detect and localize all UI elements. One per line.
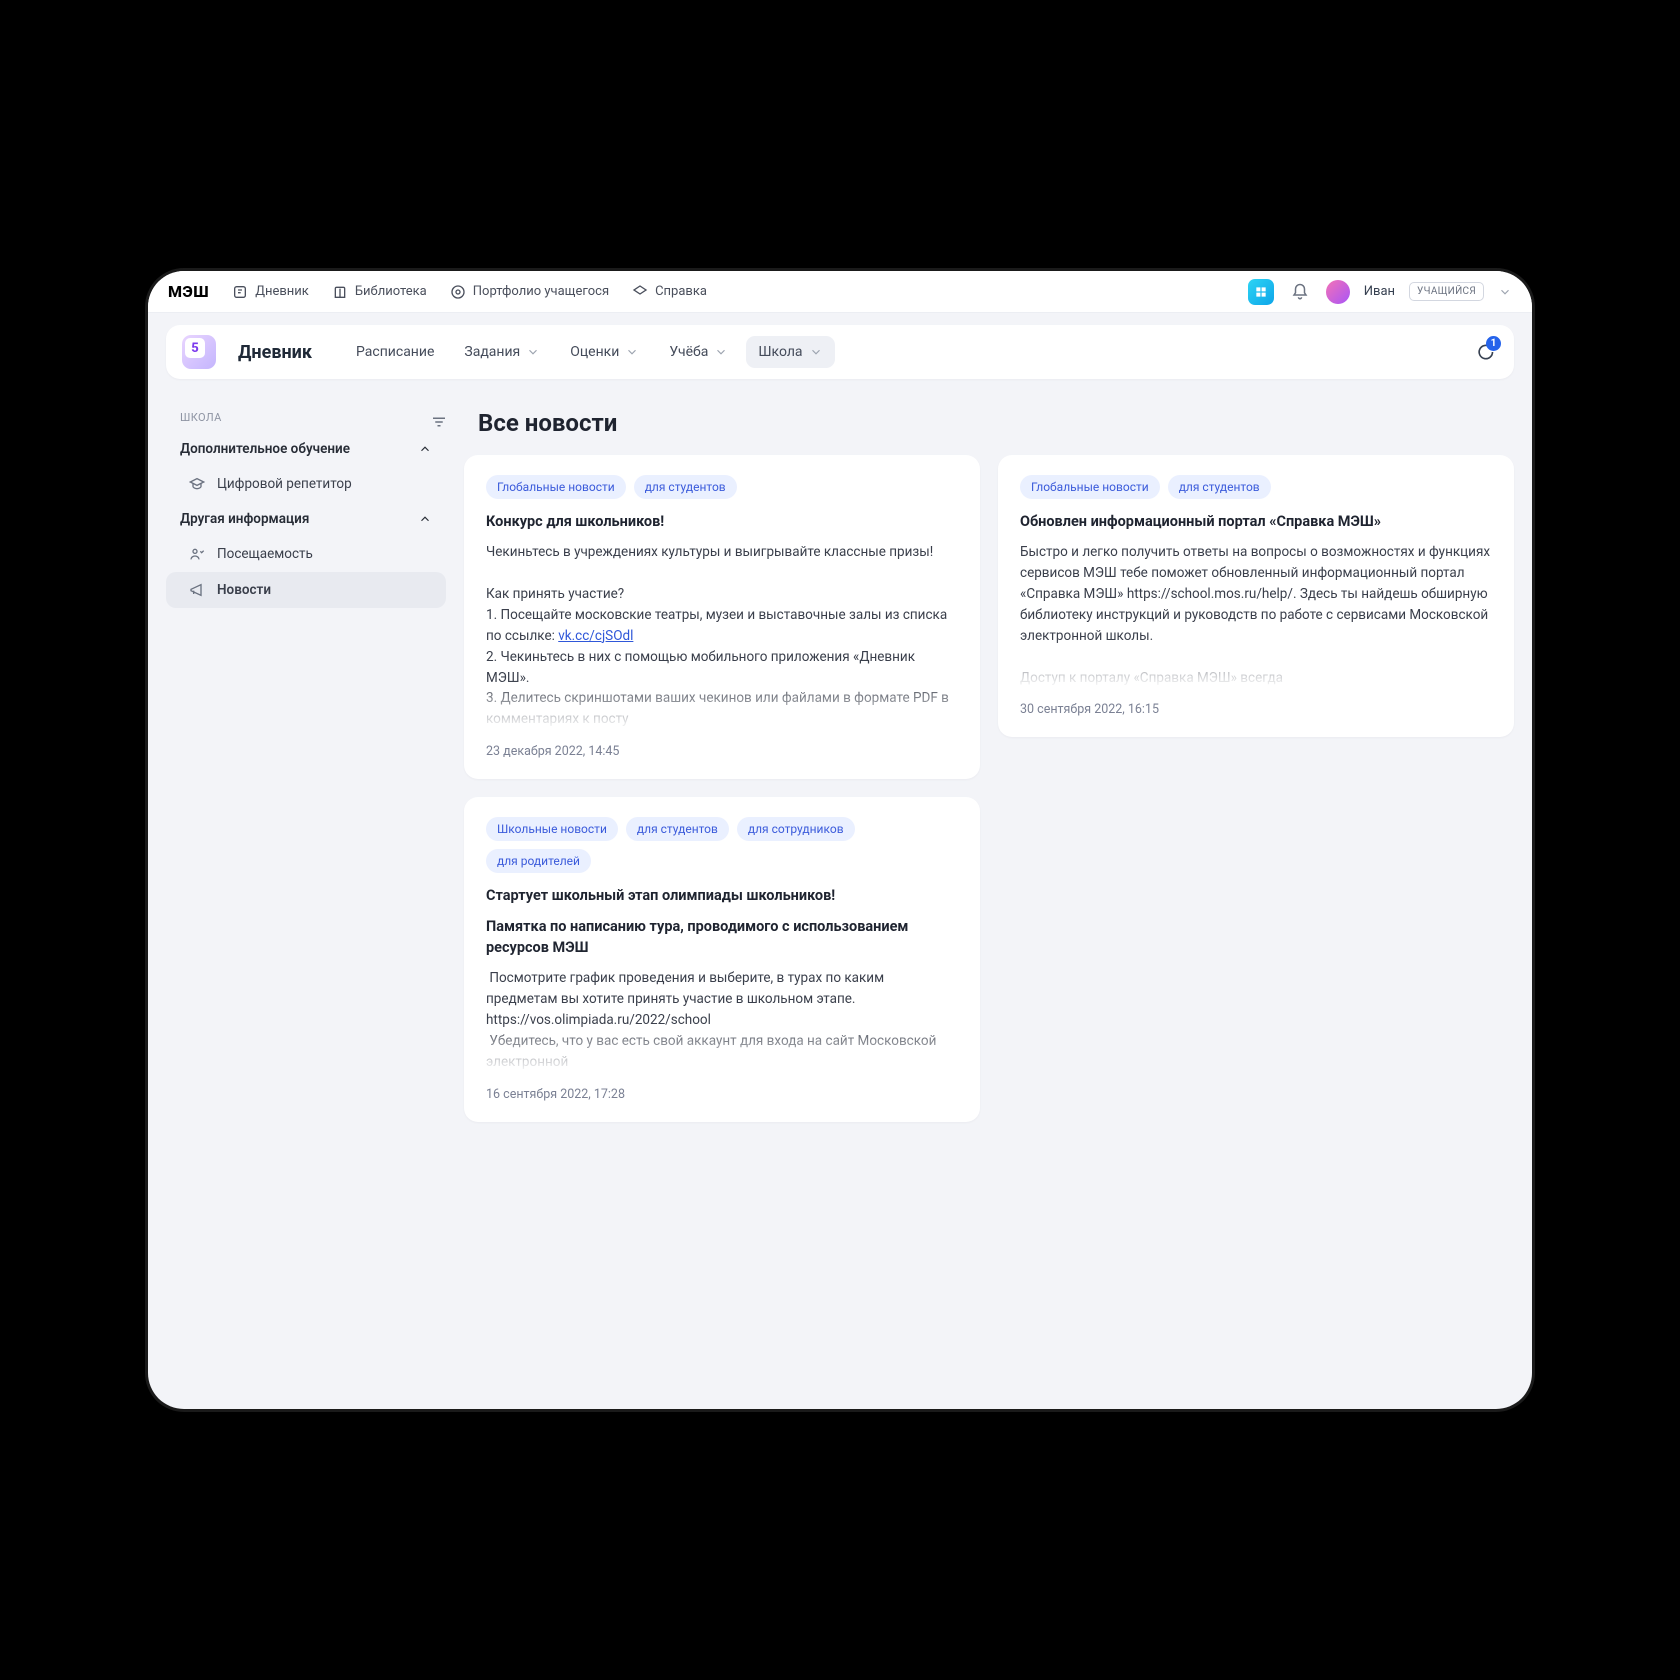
subbar-wrap: Дневник Расписание Задания Оценки Учёба … <box>148 313 1532 391</box>
sidebar-section-label: ШКОЛА <box>166 403 446 432</box>
chat-button[interactable]: 1 <box>1472 339 1498 365</box>
news-subtitle: Памятка по написанию тура, проводимого с… <box>486 916 958 958</box>
sidebar-group-extra-education[interactable]: Дополнительное обучение <box>166 432 446 466</box>
tab-school[interactable]: Школа <box>746 336 834 368</box>
topnav-help[interactable]: Справка <box>631 283 707 301</box>
sub-bar: Дневник Расписание Задания Оценки Учёба … <box>166 325 1514 379</box>
news-grid: Глобальные новости для студентов Конкурс… <box>464 455 1514 1122</box>
chat-badge: 1 <box>1486 336 1501 351</box>
portfolio-icon <box>449 283 467 301</box>
sidebar-item-news[interactable]: Новости <box>166 572 446 608</box>
app-icon <box>182 335 216 369</box>
logo[interactable]: МЭШ <box>168 282 209 301</box>
news-card[interactable]: Глобальные новости для студентов Обновле… <box>998 455 1514 737</box>
chip: для сотрудников <box>737 817 855 841</box>
chevron-down-icon <box>625 345 639 359</box>
diary-icon <box>231 283 249 301</box>
sidebar-item-attendance[interactable]: Посещаемость <box>166 536 446 572</box>
tab-study[interactable]: Учёба <box>657 336 740 368</box>
topnav-label: Библиотека <box>355 284 427 299</box>
help-icon <box>631 283 649 301</box>
chip: Глобальные новости <box>1020 475 1160 499</box>
topnav-label: Дневник <box>255 284 309 299</box>
app-title: Дневник <box>238 342 312 363</box>
news-card[interactable]: Школьные новости для студентов для сотру… <box>464 797 980 1122</box>
tab-label: Оценки <box>570 344 619 360</box>
bell-icon[interactable] <box>1288 280 1312 304</box>
top-nav: Дневник Библиотека Портфолио учащегося С… <box>231 283 707 301</box>
tab-tasks[interactable]: Задания <box>452 336 552 368</box>
top-right: Иван УЧАЩИЙСЯ <box>1248 279 1512 305</box>
topnav-diary[interactable]: Дневник <box>231 283 309 301</box>
megaphone-icon <box>188 581 206 599</box>
tab-label: Учёба <box>669 344 708 360</box>
tab-label: Задания <box>464 344 520 360</box>
library-icon <box>331 283 349 301</box>
chip: Глобальные новости <box>486 475 626 499</box>
avatar[interactable] <box>1326 280 1350 304</box>
news-title: Стартует школьный этап олимпиады школьни… <box>486 885 958 906</box>
sidebar-group-other-info[interactable]: Другая информация <box>166 502 446 536</box>
sidebar-item-label: Новости <box>217 582 271 598</box>
sidebar-item-label: Посещаемость <box>217 546 313 562</box>
page-title-row: Все новости <box>464 409 1514 437</box>
chevron-down-icon[interactable] <box>1498 285 1512 299</box>
app-window: МЭШ Дневник Библиотека Портфолио учащего… <box>148 271 1532 1409</box>
sidebar: ШКОЛА Дополнительное обучение Цифровой р… <box>166 391 446 1122</box>
body: ШКОЛА Дополнительное обучение Цифровой р… <box>148 391 1532 1140</box>
tab-label: Школа <box>758 344 802 360</box>
topnav-label: Справка <box>655 284 707 299</box>
tab-label: Расписание <box>356 344 434 360</box>
apps-icon[interactable] <box>1248 279 1274 305</box>
chevron-down-icon <box>714 345 728 359</box>
top-bar: МЭШ Дневник Библиотека Портфолио учащего… <box>148 271 1532 313</box>
chevron-up-icon <box>418 512 432 526</box>
attendance-icon <box>188 545 206 563</box>
user-name: Иван <box>1364 284 1395 299</box>
news-date: 23 декабря 2022, 14:45 <box>486 744 958 759</box>
tab-grades[interactable]: Оценки <box>558 336 651 368</box>
role-badge: УЧАЩИЙСЯ <box>1409 282 1484 301</box>
news-title: Конкурс для школьников! <box>486 511 958 532</box>
chevron-down-icon <box>526 345 540 359</box>
sidebar-group-title: Дополнительное обучение <box>180 441 350 457</box>
main-content: Все новости Глобальные новости для студе… <box>464 391 1514 1122</box>
topnav-label: Портфолио учащегося <box>473 284 609 299</box>
filter-icon[interactable] <box>430 413 450 433</box>
news-date: 16 сентября 2022, 17:28 <box>486 1087 958 1102</box>
tabs: Расписание Задания Оценки Учёба Школа <box>344 336 835 368</box>
news-card[interactable]: Глобальные новости для студентов Конкурс… <box>464 455 980 779</box>
topnav-portfolio[interactable]: Портфолио учащегося <box>449 283 609 301</box>
tab-schedule[interactable]: Расписание <box>344 336 446 368</box>
chip: для родителей <box>486 849 591 873</box>
topnav-library[interactable]: Библиотека <box>331 283 427 301</box>
page-title: Все новости <box>478 409 617 437</box>
sidebar-item-label: Цифровой репетитор <box>217 476 352 492</box>
news-body: Чекиньтесь в учреждениях культуры и выиг… <box>486 542 958 730</box>
chip: для студентов <box>626 817 729 841</box>
sidebar-item-digital-tutor[interactable]: Цифровой репетитор <box>166 466 446 502</box>
chip: Школьные новости <box>486 817 618 841</box>
news-title: Обновлен информационный портал «Справка … <box>1020 511 1492 532</box>
graduation-icon <box>188 475 206 493</box>
news-body: Посмотрите график проведения и выберите,… <box>486 968 958 1073</box>
chip: для студентов <box>1168 475 1271 499</box>
news-date: 30 сентября 2022, 16:15 <box>1020 702 1492 717</box>
chevron-down-icon <box>809 345 823 359</box>
chevron-up-icon <box>418 442 432 456</box>
news-body: Быстро и легко получить ответы на вопрос… <box>1020 542 1492 688</box>
sidebar-group-title: Другая информация <box>180 511 309 527</box>
chip: для студентов <box>634 475 737 499</box>
